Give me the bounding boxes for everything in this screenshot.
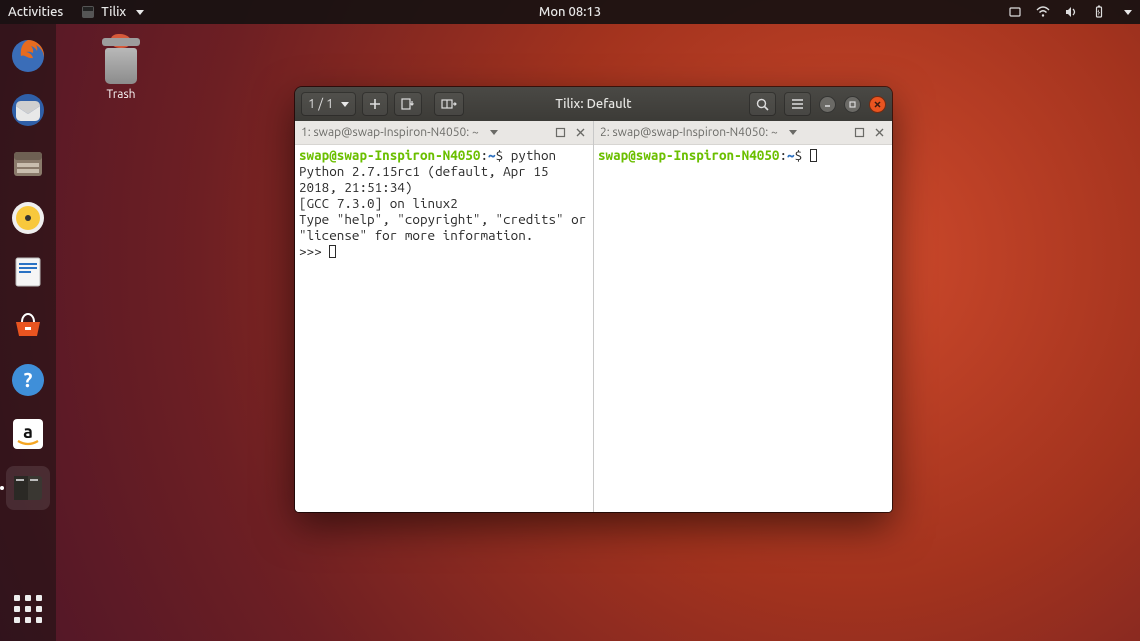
window-minimize-button[interactable] bbox=[819, 96, 836, 113]
pane-1-tabbar: 1: swap@swap-Inspiron-N4050: ~ bbox=[295, 121, 593, 145]
activities-button[interactable]: Activities bbox=[8, 5, 63, 19]
trash-icon bbox=[99, 34, 143, 84]
python-prompt: >>> bbox=[299, 243, 329, 259]
desktop-trash-label: Trash bbox=[86, 88, 156, 101]
window-title: Tilix: Default bbox=[555, 97, 631, 111]
tilix-app-icon bbox=[81, 5, 95, 19]
search-button[interactable] bbox=[749, 92, 776, 116]
system-menu-chevron-icon[interactable] bbox=[1124, 10, 1132, 15]
pane-2-tabbar: 2: swap@swap-Inspiron-N4050: ~ bbox=[594, 121, 892, 145]
pane-maximize-icon[interactable] bbox=[553, 126, 567, 140]
app-menu-label: Tilix bbox=[101, 5, 126, 19]
pane-1-title: 1: swap@swap-Inspiron-N4050: ~ bbox=[301, 126, 479, 139]
terminal-pane-1: 1: swap@swap-Inspiron-N4050: ~ swap@swap… bbox=[295, 121, 593, 512]
top-bar: Activities Tilix Mon 08:13 bbox=[0, 0, 1140, 24]
pane-2-title: 2: swap@swap-Inspiron-N4050: ~ bbox=[600, 126, 778, 139]
split-right-button[interactable] bbox=[434, 92, 464, 116]
dock-software[interactable] bbox=[6, 304, 50, 348]
prompt-user: swap@swap-Inspiron-N4050 bbox=[598, 147, 779, 163]
dock-writer[interactable] bbox=[6, 250, 50, 294]
clock[interactable]: Mon 08:13 bbox=[539, 5, 601, 19]
pane-maximize-icon[interactable] bbox=[852, 126, 866, 140]
hamburger-menu-button[interactable] bbox=[784, 92, 811, 116]
desktop-trash[interactable]: Trash bbox=[86, 34, 156, 101]
battery-icon[interactable] bbox=[1092, 5, 1106, 19]
dock-tilix[interactable] bbox=[6, 466, 50, 510]
chevron-down-icon bbox=[136, 10, 144, 15]
dock: ? a bbox=[0, 24, 56, 641]
app-menu[interactable]: Tilix bbox=[81, 5, 144, 19]
add-terminal-right-icon bbox=[441, 98, 457, 110]
dock-help[interactable]: ? bbox=[6, 358, 50, 402]
dock-rhythmbox[interactable] bbox=[6, 196, 50, 240]
dock-files[interactable] bbox=[6, 142, 50, 186]
chevron-down-icon[interactable] bbox=[784, 126, 798, 140]
prompt-path: ~ bbox=[488, 147, 496, 163]
prompt-path: ~ bbox=[787, 147, 795, 163]
window-titlebar[interactable]: 1 / 1 Tilix: Default bbox=[295, 87, 892, 121]
dock-firefox[interactable] bbox=[6, 34, 50, 78]
terminal-command: python bbox=[503, 147, 556, 163]
show-applications-button[interactable] bbox=[8, 589, 48, 629]
terminal-output: Python 2.7.15rc1 (default, Apr 15 2018, … bbox=[299, 163, 594, 243]
dock-amazon[interactable]: a bbox=[6, 412, 50, 456]
plus-icon bbox=[369, 98, 381, 110]
chevron-down-icon[interactable] bbox=[485, 126, 499, 140]
network-wifi-icon[interactable] bbox=[1036, 5, 1050, 19]
terminal-pane-2: 2: swap@swap-Inspiron-N4050: ~ swap@swap… bbox=[593, 121, 892, 512]
cursor-icon bbox=[329, 245, 336, 258]
dock-thunderbird[interactable] bbox=[6, 88, 50, 132]
search-icon bbox=[756, 98, 769, 111]
tilix-window: 1 / 1 Tilix: Default bbox=[295, 87, 892, 512]
svg-text:?: ? bbox=[24, 368, 33, 391]
pane-close-icon[interactable] bbox=[573, 126, 587, 140]
hamburger-icon bbox=[791, 98, 804, 110]
new-session-button[interactable] bbox=[362, 92, 388, 116]
keyboard-indicator-icon[interactable] bbox=[1008, 5, 1022, 19]
session-counter-label: 1 / 1 bbox=[308, 97, 333, 111]
terminal-2[interactable]: swap@swap-Inspiron-N4050:~$ bbox=[594, 145, 892, 512]
session-counter[interactable]: 1 / 1 bbox=[301, 92, 356, 116]
svg-text:a: a bbox=[23, 422, 33, 442]
cursor-icon bbox=[810, 149, 817, 162]
terminal-1[interactable]: swap@swap-Inspiron-N4050:~$ python Pytho… bbox=[295, 145, 593, 512]
window-body: 1: swap@swap-Inspiron-N4050: ~ swap@swap… bbox=[295, 121, 892, 512]
volume-icon[interactable] bbox=[1064, 5, 1078, 19]
window-close-button[interactable] bbox=[869, 96, 886, 113]
chevron-down-icon bbox=[341, 102, 349, 107]
add-terminal-down-icon bbox=[401, 98, 415, 110]
pane-close-icon[interactable] bbox=[872, 126, 886, 140]
prompt-user: swap@swap-Inspiron-N4050 bbox=[299, 147, 480, 163]
window-maximize-button[interactable] bbox=[844, 96, 861, 113]
split-down-button[interactable] bbox=[394, 92, 422, 116]
